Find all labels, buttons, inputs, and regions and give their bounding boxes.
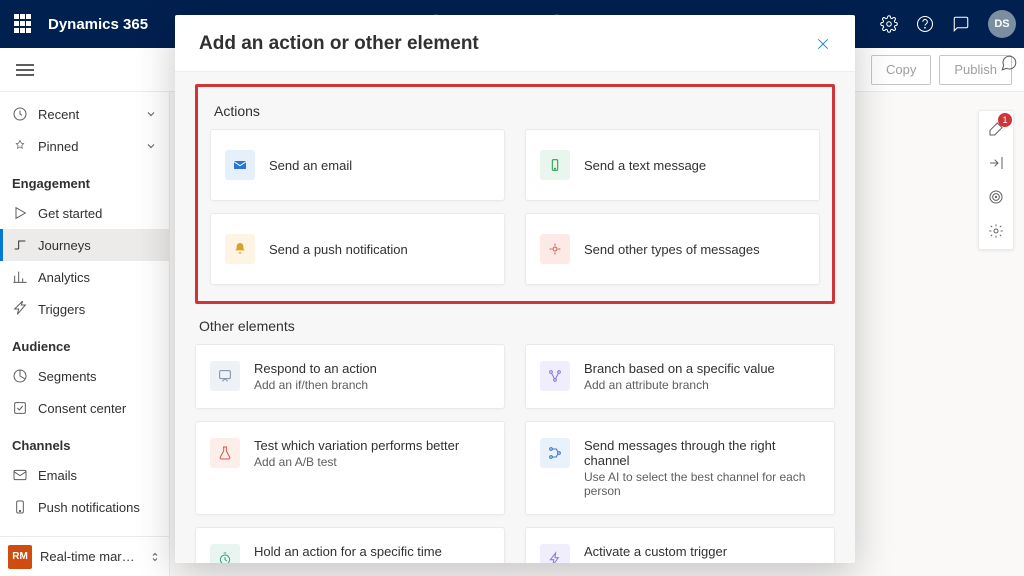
card-right-channel[interactable]: Send messages through the right channelU… (525, 421, 835, 515)
other-elements-label: Other elements (199, 318, 835, 334)
card-subtitle: Add an attribute branch (584, 378, 775, 392)
dialog-title: Add an action or other element (199, 33, 479, 55)
card-title: Test which variation performs better (254, 438, 459, 453)
flask-icon (210, 438, 240, 468)
card-title: Send a push notification (269, 242, 408, 257)
card-title: Activate a custom trigger (584, 544, 816, 559)
actions-highlight-box: Actions Send an email Send a text messag… (195, 84, 835, 304)
add-element-dialog: Add an action or other element Actions S… (175, 15, 855, 563)
card-respond-action[interactable]: Respond to an action Add an if/then branc… (195, 344, 505, 409)
card-title: Hold an action for a specific time (254, 544, 442, 559)
card-subtitle: Add a wait (254, 561, 442, 563)
card-send-email[interactable]: Send an email (210, 129, 505, 201)
channel-icon (540, 234, 570, 264)
stopwatch-icon (210, 544, 240, 563)
card-title: Send a text message (584, 158, 706, 173)
ai-channel-icon (540, 438, 570, 468)
card-title: Send messages through the right channel (584, 438, 820, 468)
actions-label: Actions (214, 103, 820, 119)
phone-icon (540, 150, 570, 180)
card-title: Respond to an action (254, 361, 377, 376)
card-subtitle: Add an A/B test (254, 455, 459, 469)
modal-backdrop: Add an action or other element Actions S… (0, 0, 1024, 576)
branch-icon (210, 361, 240, 391)
card-title: Send an email (269, 158, 352, 173)
card-custom-trigger[interactable]: Activate a custom trigger Trigger journey… (525, 527, 835, 563)
close-icon[interactable] (815, 36, 831, 52)
card-hold-action[interactable]: Hold an action for a specific time Add a … (195, 527, 505, 563)
lightning-icon (540, 544, 570, 563)
bell-icon (225, 234, 255, 264)
card-title: Send other types of messages (584, 242, 760, 257)
card-subtitle: Use AI to select the best channel for ea… (584, 470, 820, 498)
card-title: Branch based on a specific value (584, 361, 775, 376)
card-send-other[interactable]: Send other types of messages (525, 213, 820, 285)
card-branch-value[interactable]: Branch based on a specific value Add an a… (525, 344, 835, 409)
card-send-text[interactable]: Send a text message (525, 129, 820, 201)
card-subtitle: Trigger journeys and Power Automate flow… (584, 561, 816, 563)
card-ab-test[interactable]: Test which variation performs better Add … (195, 421, 505, 515)
card-subtitle: Add an if/then branch (254, 378, 377, 392)
mail-icon (225, 150, 255, 180)
attribute-branch-icon (540, 361, 570, 391)
card-send-push[interactable]: Send a push notification (210, 213, 505, 285)
